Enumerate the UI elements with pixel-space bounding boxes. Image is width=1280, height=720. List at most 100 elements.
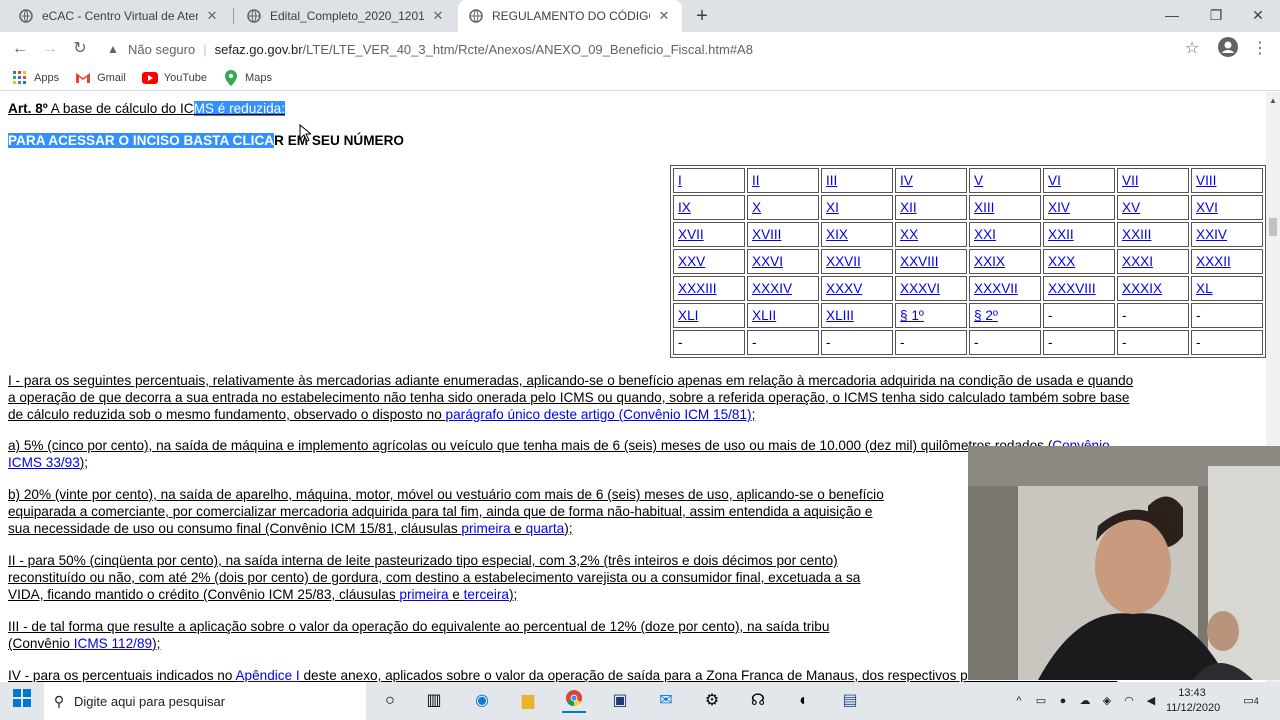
minimize-icon[interactable]: —	[1150, 0, 1194, 32]
inciso-link[interactable]: XIII	[974, 200, 994, 215]
reload-icon[interactable]: ↻	[68, 37, 92, 61]
maximize-icon[interactable]: ❐	[1194, 0, 1238, 32]
inciso-link[interactable]: VIII	[1196, 173, 1216, 188]
back-arrow-icon[interactable]: ←	[8, 37, 32, 61]
inciso-link[interactable]: III	[826, 173, 837, 188]
link-icms-33-93[interactable]: ICMS 33/93	[8, 455, 80, 470]
link-primeira[interactable]: primeira	[399, 587, 448, 602]
tab-ecac[interactable]: eCAC - Centro Virtual de Atendimento ✕	[8, 0, 230, 32]
inciso-link[interactable]: XLIII	[826, 308, 854, 323]
edge-icon[interactable]: ◉	[470, 689, 494, 713]
inciso-link[interactable]: XXXI	[1122, 254, 1153, 269]
inciso-link[interactable]: I	[678, 173, 682, 188]
link-terceira[interactable]: terceira	[464, 587, 509, 602]
link-icms-112-89[interactable]: ICMS 112/89	[74, 636, 152, 651]
feedback-icon[interactable]: ☊	[746, 689, 770, 713]
inciso-link[interactable]: XXII	[1048, 227, 1074, 242]
inciso-link[interactable]: XXXIV	[752, 281, 792, 296]
inciso-link[interactable]: XLI	[678, 308, 698, 323]
inciso-link[interactable]: XLII	[752, 308, 776, 323]
camera-tray-icon[interactable]: ▭	[1032, 682, 1050, 720]
bookmark-maps[interactable]: Maps	[223, 70, 272, 86]
inciso-link[interactable]: XXIII	[1122, 227, 1151, 242]
scrollbar-thumb[interactable]	[1269, 218, 1277, 236]
task-view-icon[interactable]: ▥	[422, 689, 446, 713]
inciso-link[interactable]: XII	[900, 200, 917, 215]
inciso-link[interactable]: II	[752, 173, 760, 188]
inciso-link[interactable]: XL	[1196, 281, 1213, 296]
inciso-link[interactable]: VII	[1122, 173, 1139, 188]
inciso-link[interactable]: IX	[678, 200, 691, 215]
inciso-link[interactable]: IV	[900, 173, 913, 188]
inciso-link[interactable]: XVI	[1196, 200, 1218, 215]
inciso-link[interactable]: XXXIX	[1122, 281, 1162, 296]
inciso-link[interactable]: XXXIII	[678, 281, 717, 296]
inciso-link[interactable]: XV	[1122, 200, 1140, 215]
tab-regulamento[interactable]: REGULAMENTO DO CÓDIGO TRIBUTÁRIO ✕	[458, 0, 682, 32]
window-close-icon[interactable]: ✕	[1236, 0, 1280, 32]
profile-avatar-icon[interactable]	[1216, 37, 1240, 61]
mail-icon[interactable]: ✉	[654, 689, 678, 713]
bookmark-youtube[interactable]: YouTube	[141, 70, 207, 86]
inciso-link[interactable]: X	[752, 200, 761, 215]
inciso-link[interactable]: XXXII	[1196, 254, 1231, 269]
cortana-icon[interactable]: ○	[378, 689, 402, 713]
inciso-link[interactable]: XXXV	[826, 281, 862, 296]
windows-start-icon[interactable]	[10, 689, 34, 713]
tab-edital[interactable]: Edital_Completo_2020_120100_1 ✕	[236, 0, 456, 32]
close-icon[interactable]: ✕	[204, 8, 220, 24]
new-tab-button[interactable]: +	[690, 4, 714, 28]
chrome-icon[interactable]	[562, 689, 586, 713]
cloud-icon[interactable]: ☁	[1076, 682, 1094, 720]
obs-icon[interactable]: ◐	[792, 689, 816, 713]
inciso-link[interactable]: XX	[900, 227, 918, 242]
inciso-link[interactable]: § 1º	[900, 308, 924, 323]
store-icon[interactable]: ▣	[608, 689, 632, 713]
file-explorer-icon[interactable]: ▆	[516, 689, 540, 713]
link-quarta[interactable]: quarta	[526, 521, 565, 536]
inciso-link[interactable]: XXI	[974, 227, 996, 242]
inciso-cell: X	[747, 195, 819, 220]
bookmark-apps[interactable]: Apps	[12, 70, 59, 86]
inciso-link[interactable]: § 2º	[974, 308, 998, 323]
inciso-link[interactable]: XXVI	[752, 254, 783, 269]
warning-triangle-icon[interactable]: ▲	[104, 42, 122, 56]
chevron-up-icon[interactable]: ^	[1010, 682, 1028, 720]
inciso-link[interactable]: XVII	[678, 227, 704, 242]
close-icon[interactable]: ✕	[656, 8, 672, 24]
link-convenio-icm-15-81[interactable]: (Convênio ICM 15/81)	[615, 407, 752, 422]
bookmark-gmail[interactable]: Gmail	[75, 70, 126, 86]
notifications-icon[interactable]: ▭4	[1236, 682, 1266, 720]
clock[interactable]: 13:43 11/12/2020	[1166, 682, 1220, 720]
inciso-link[interactable]: XXX	[1048, 254, 1075, 269]
inciso-link[interactable]: XXIV	[1196, 227, 1227, 242]
inciso-link[interactable]: XXVII	[826, 254, 861, 269]
inciso-link[interactable]: XVIII	[752, 227, 781, 242]
forward-arrow-icon[interactable]: →	[38, 37, 62, 61]
inciso-link[interactable]: XIV	[1048, 200, 1070, 215]
microphone-icon[interactable]: ●	[1054, 682, 1072, 720]
volume-icon[interactable]: ◀	[1142, 682, 1160, 720]
star-icon[interactable]: ☆	[1180, 37, 1204, 61]
menu-dots-icon[interactable]: ⋮	[1248, 37, 1272, 61]
settings-gear-icon[interactable]: ⚙	[700, 689, 724, 713]
taskbar-search[interactable]: ⚲ Digite aqui para pesquisar	[44, 682, 366, 720]
app-tray-icon[interactable]: ◈	[1098, 682, 1116, 720]
close-icon[interactable]: ✕	[430, 8, 446, 24]
inciso-link[interactable]: VI	[1048, 173, 1061, 188]
link-paragrafo-unico[interactable]: parágrafo único deste artigo	[446, 407, 615, 422]
inciso-link[interactable]: XXXVIII	[1048, 281, 1096, 296]
link-apendice-i[interactable]: Apêndice I	[235, 668, 299, 682]
inciso-link[interactable]: XXIX	[974, 254, 1005, 269]
inciso-link[interactable]: XI	[826, 200, 839, 215]
inciso-link[interactable]: XIX	[826, 227, 848, 242]
inciso-link[interactable]: XXXVI	[900, 281, 940, 296]
inciso-link[interactable]: V	[974, 173, 983, 188]
wifi-icon[interactable]: ◠	[1120, 682, 1138, 720]
address-bar[interactable]: ▲ Não seguro | sefaz.go.gov.br /LTE/LTE_…	[104, 36, 1210, 62]
document-app-icon[interactable]: ▤	[838, 689, 862, 713]
inciso-link[interactable]: XXXVII	[974, 281, 1018, 296]
inciso-link[interactable]: XXV	[678, 254, 705, 269]
inciso-link[interactable]: XXVIII	[900, 254, 939, 269]
link-primeira[interactable]: primeira	[461, 521, 510, 536]
